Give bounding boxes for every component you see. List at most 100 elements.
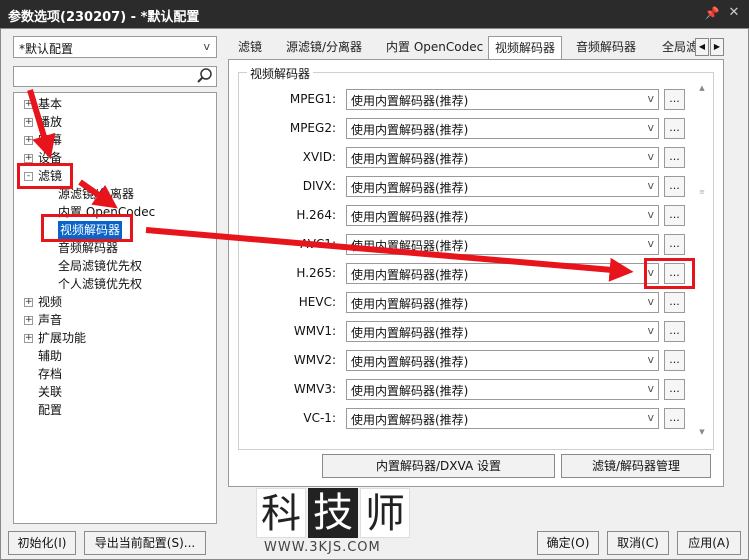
decoder-options-button[interactable]: ... bbox=[664, 118, 685, 139]
decoder-select[interactable]: 使用内置解码器(推荐) v bbox=[346, 350, 659, 371]
decoder-select[interactable]: 使用内置解码器(推荐) v bbox=[346, 292, 659, 313]
decoder-select[interactable]: 使用内置解码器(推荐) v bbox=[346, 176, 659, 197]
tree-item[interactable]: 个人滤镜优先权 bbox=[58, 275, 142, 293]
tab-scroll-left-icon[interactable]: ◀ bbox=[695, 38, 709, 56]
tree-item[interactable]: 扩展功能 bbox=[38, 329, 86, 347]
chevron-down-icon: v bbox=[647, 121, 654, 134]
tab-2[interactable]: 内置 OpenCodec bbox=[380, 36, 489, 58]
decoder-label: WMV1: bbox=[293, 324, 336, 338]
search-input[interactable] bbox=[13, 66, 217, 87]
chevron-down-icon: v bbox=[647, 295, 654, 308]
scroll-grip-icon[interactable]: ≡ bbox=[698, 189, 706, 196]
decoder-select-value: 使用内置解码器(推荐) bbox=[351, 297, 469, 311]
decoder-select-value: 使用内置解码器(推荐) bbox=[351, 326, 469, 340]
decoder-select-value: 使用内置解码器(推荐) bbox=[351, 210, 469, 224]
cancel-button[interactable]: 取消(C) bbox=[607, 531, 669, 555]
chevron-down-icon: v bbox=[647, 179, 654, 192]
tree-item[interactable]: 全局滤镜优先权 bbox=[58, 257, 142, 275]
tab-scroll-right-icon[interactable]: ▶ bbox=[710, 38, 724, 56]
tree-item[interactable]: 配置 bbox=[38, 401, 62, 419]
decoder-label: WMV3: bbox=[293, 382, 336, 396]
decoder-select[interactable]: 使用内置解码器(推荐) v bbox=[346, 263, 659, 284]
decoder-select-value: 使用内置解码器(推荐) bbox=[351, 123, 469, 137]
tab-bar: 滤镜 源滤镜/分离器 内置 OpenCodec 视频解码器 音频解码器 全局滤 ◀ ▶ bbox=[228, 36, 749, 60]
decoder-label: MPEG2: bbox=[289, 121, 336, 135]
annotation-box-h265-dots bbox=[644, 258, 695, 289]
dxva-settings-button[interactable]: 内置解码器/DXVA 设置 bbox=[322, 454, 555, 478]
decoder-select[interactable]: 使用内置解码器(推荐) v bbox=[346, 321, 659, 342]
decoder-label: H.264: bbox=[296, 208, 336, 222]
chevron-down-icon: v bbox=[647, 208, 654, 221]
decoder-label: VC-1: bbox=[303, 411, 336, 425]
expand-icon[interactable]: + bbox=[24, 154, 33, 163]
decoder-label: MPEG1: bbox=[289, 92, 336, 106]
group-title: 视频解码器 bbox=[247, 65, 314, 82]
tree-item[interactable]: 关联 bbox=[38, 383, 62, 401]
chevron-down-icon: v bbox=[203, 40, 210, 53]
decoder-options-button[interactable]: ... bbox=[664, 292, 685, 313]
decoder-select[interactable]: 使用内置解码器(推荐) v bbox=[346, 89, 659, 110]
tree-item[interactable]: 播放 bbox=[38, 113, 62, 131]
decoder-options-button[interactable]: ... bbox=[664, 321, 685, 342]
window-title: 参数选项(230207) - *默认配置 bbox=[8, 10, 200, 25]
decoder-options-button[interactable]: ... bbox=[664, 176, 685, 197]
tab-1[interactable]: 源滤镜/分离器 bbox=[280, 36, 368, 58]
decoder-label: AVC1: bbox=[300, 237, 336, 251]
scroll-down-icon[interactable]: ▼ bbox=[696, 428, 708, 436]
expand-icon[interactable]: + bbox=[24, 136, 33, 145]
tree-item[interactable]: 声音 bbox=[38, 311, 62, 329]
close-icon[interactable]: ✕ bbox=[726, 5, 742, 21]
decoder-options-button[interactable]: ... bbox=[664, 89, 685, 110]
decoder-select[interactable]: 使用内置解码器(推荐) v bbox=[346, 205, 659, 226]
tree-item[interactable]: 存档 bbox=[38, 365, 62, 383]
decoder-label: H.265: bbox=[296, 266, 336, 280]
decoder-select[interactable]: 使用内置解码器(推荐) v bbox=[346, 379, 659, 400]
export-config-button[interactable]: 导出当前配置(S)... bbox=[84, 531, 206, 555]
chevron-down-icon: v bbox=[647, 150, 654, 163]
expand-icon[interactable]: + bbox=[24, 334, 33, 343]
expand-icon[interactable]: + bbox=[24, 298, 33, 307]
decoder-select[interactable]: 使用内置解码器(推荐) v bbox=[346, 118, 659, 139]
search-icon[interactable] bbox=[196, 67, 214, 85]
decoder-options-button[interactable]: ... bbox=[664, 234, 685, 255]
tree-item[interactable]: 辅助 bbox=[38, 347, 62, 365]
tree-item[interactable]: 字幕 bbox=[38, 131, 62, 149]
chevron-down-icon: v bbox=[647, 353, 654, 366]
decoder-select-value: 使用内置解码器(推荐) bbox=[351, 355, 469, 369]
tree-item[interactable]: 基本 bbox=[38, 95, 62, 113]
decoder-options-button[interactable]: ... bbox=[664, 379, 685, 400]
expand-icon[interactable]: + bbox=[24, 118, 33, 127]
expand-icon[interactable]: + bbox=[24, 316, 33, 325]
decoder-select[interactable]: 使用内置解码器(推荐) v bbox=[346, 408, 659, 429]
decoder-manage-button[interactable]: 滤镜/解码器管理 bbox=[561, 454, 711, 478]
decoder-options-button[interactable]: ... bbox=[664, 350, 685, 371]
title-bar: 参数选项(230207) - *默认配置 📌 ✕ bbox=[0, 0, 749, 28]
chevron-down-icon: v bbox=[647, 411, 654, 424]
chevron-down-icon: v bbox=[647, 382, 654, 395]
decoder-options-button[interactable]: ... bbox=[664, 147, 685, 168]
watermark-char-3: 师 bbox=[360, 488, 410, 538]
panel-scrollbar[interactable]: ▲ ≡ ▼ bbox=[696, 84, 708, 442]
watermark: 科 技 师 WWW.3KJS.COM bbox=[256, 488, 412, 560]
scroll-up-icon[interactable]: ▲ bbox=[696, 84, 708, 92]
decoder-select-value: 使用内置解码器(推荐) bbox=[351, 384, 469, 398]
watermark-url: WWW.3KJS.COM bbox=[264, 540, 381, 555]
tree-item[interactable]: 视频 bbox=[38, 293, 62, 311]
decoder-options-button[interactable]: ... bbox=[664, 408, 685, 429]
watermark-char-1: 科 bbox=[256, 488, 306, 538]
chevron-down-icon: v bbox=[647, 92, 654, 105]
ok-button[interactable]: 确定(O) bbox=[537, 531, 599, 555]
expand-icon[interactable]: + bbox=[24, 100, 33, 109]
tab-0[interactable]: 滤镜 bbox=[232, 36, 268, 58]
init-button[interactable]: 初始化(I) bbox=[8, 531, 76, 555]
decoder-options-button[interactable]: ... bbox=[664, 205, 685, 226]
tab-3[interactable]: 视频解码器 bbox=[488, 36, 563, 60]
decoder-select[interactable]: 使用内置解码器(推荐) v bbox=[346, 234, 659, 255]
annotation-box-filter bbox=[17, 163, 73, 189]
tab-4[interactable]: 音频解码器 bbox=[570, 36, 642, 58]
decoder-select-value: 使用内置解码器(推荐) bbox=[351, 181, 469, 195]
decoder-select[interactable]: 使用内置解码器(推荐) v bbox=[346, 147, 659, 168]
apply-button[interactable]: 应用(A) bbox=[677, 531, 741, 555]
pin-icon[interactable]: 📌 bbox=[704, 5, 720, 21]
preset-dropdown[interactable]: *默认配置 v bbox=[13, 36, 217, 58]
